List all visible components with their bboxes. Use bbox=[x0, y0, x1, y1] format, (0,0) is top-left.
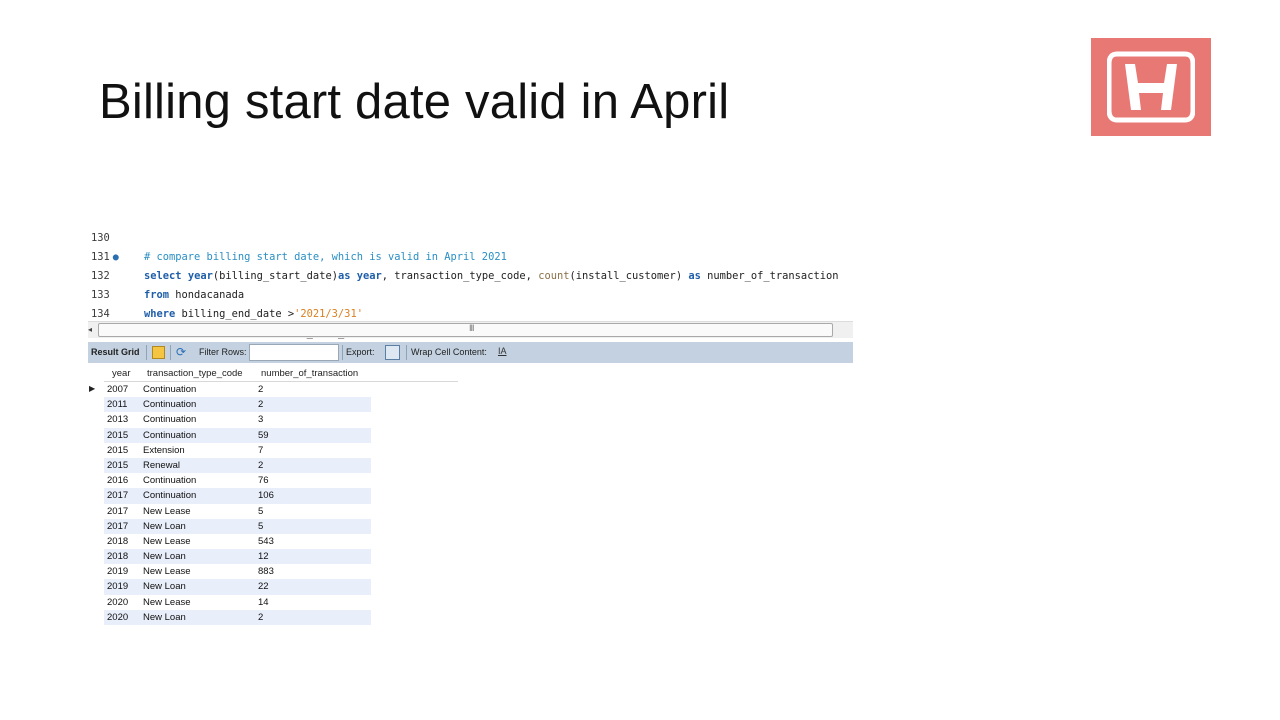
result-toolbar: Result Grid ⟳ Filter Rows: Export: Wrap … bbox=[88, 342, 853, 363]
horizontal-scrollbar[interactable]: ◂ III bbox=[88, 321, 853, 338]
cell-transaction-type-code[interactable]: Continuation bbox=[143, 397, 196, 412]
grid-header: year transaction_type_code number_of_tra… bbox=[104, 364, 458, 382]
table-row[interactable]: 2011 Continuation 2 bbox=[104, 397, 371, 413]
current-row-icon: ▶ bbox=[89, 384, 96, 393]
export-icon[interactable] bbox=[385, 345, 400, 360]
table-row[interactable]: 2019 New Loan 22 bbox=[104, 579, 371, 595]
sql-editor[interactable]: 130 # compare billing start date, which … bbox=[88, 210, 853, 358]
cell-number-of-transaction[interactable]: 2 bbox=[258, 458, 263, 473]
cell-transaction-type-code[interactable]: Renewal bbox=[143, 458, 180, 473]
table-row[interactable]: 2015 Renewal 2 bbox=[104, 457, 371, 474]
filter-rows-label: Filter Rows: bbox=[199, 347, 247, 357]
grid-rows: 2007 Continuation 2 2011 Continuation 2 2013 Co… bbox=[104, 382, 371, 625]
code-line: 131 ● select year(billing_start_date)as y… bbox=[88, 229, 853, 282]
cell-year[interactable]: 2018 bbox=[107, 534, 128, 549]
cell-year[interactable]: 2007 bbox=[107, 382, 128, 397]
cell-transaction-type-code[interactable]: New Lease bbox=[143, 504, 191, 519]
scroll-left-icon[interactable]: ◂ bbox=[88, 325, 92, 334]
cell-transaction-type-code[interactable]: New Loan bbox=[143, 610, 186, 625]
table-row[interactable]: 2018 New Loan 12 bbox=[104, 549, 371, 565]
cell-number-of-transaction[interactable]: 3 bbox=[258, 412, 263, 427]
column-header-year[interactable]: year bbox=[112, 368, 130, 379]
cell-transaction-type-code[interactable]: New Lease bbox=[143, 595, 191, 610]
cell-number-of-transaction[interactable]: 59 bbox=[258, 428, 269, 443]
cell-year[interactable]: 2020 bbox=[107, 610, 128, 625]
row-gutter: ▶ bbox=[88, 364, 104, 625]
cell-year[interactable]: 2015 bbox=[107, 428, 128, 443]
cell-transaction-type-code[interactable]: Continuation bbox=[143, 488, 196, 503]
cell-number-of-transaction[interactable]: 12 bbox=[258, 549, 269, 564]
honda-h-logo-icon bbox=[1107, 51, 1195, 123]
cell-year[interactable]: 2015 bbox=[107, 443, 128, 458]
refresh-icon[interactable]: ⟳ bbox=[176, 345, 186, 359]
cell-year[interactable]: 2019 bbox=[107, 564, 128, 579]
table-row[interactable]: 2018 New Lease 543 bbox=[104, 534, 371, 549]
cell-number-of-transaction[interactable]: 22 bbox=[258, 579, 269, 594]
cell-year[interactable]: 2018 bbox=[107, 549, 128, 564]
cell-number-of-transaction[interactable]: 106 bbox=[258, 488, 274, 503]
cell-transaction-type-code[interactable]: Continuation bbox=[143, 473, 196, 488]
cell-transaction-type-code[interactable]: Continuation bbox=[143, 428, 196, 443]
cell-year[interactable]: 2011 bbox=[107, 397, 127, 412]
cell-number-of-transaction[interactable]: 2 bbox=[258, 397, 263, 412]
cell-number-of-transaction[interactable]: 2 bbox=[258, 610, 263, 625]
table-row[interactable]: 2013 Continuation 3 bbox=[104, 412, 371, 427]
cell-number-of-transaction[interactable]: 2 bbox=[258, 382, 263, 397]
table-row[interactable]: 2015 Continuation 59 bbox=[104, 427, 371, 443]
cell-transaction-type-code[interactable]: New Loan bbox=[143, 519, 186, 534]
cell-number-of-transaction[interactable]: 7 bbox=[258, 443, 263, 458]
toolbar-divider bbox=[406, 345, 407, 360]
table-row[interactable]: 2020 New Lease 14 bbox=[104, 595, 371, 610]
column-header-transaction-type-code[interactable]: transaction_type_code bbox=[147, 368, 243, 379]
filter-rows-input[interactable] bbox=[249, 344, 339, 361]
result-grid-tab[interactable]: Result Grid bbox=[91, 347, 140, 357]
code-line: 134 group by year, transaction_type_code bbox=[88, 286, 853, 339]
scrollbar-thumb[interactable]: III bbox=[98, 323, 833, 337]
table-row[interactable]: 2016 Continuation 76 bbox=[104, 473, 371, 488]
cell-year[interactable]: 2013 bbox=[107, 412, 128, 427]
cell-year[interactable]: 2019 bbox=[107, 579, 128, 594]
table-row[interactable]: 2019 New Lease 883 bbox=[104, 564, 371, 579]
cell-transaction-type-code[interactable]: New Loan bbox=[143, 549, 186, 564]
toolbar-divider bbox=[342, 345, 343, 360]
table-row[interactable]: 2017 Continuation 106 bbox=[104, 488, 371, 504]
table-row[interactable]: 2017 New Loan 5 bbox=[104, 518, 371, 534]
cell-number-of-transaction[interactable]: 14 bbox=[258, 595, 269, 610]
cell-number-of-transaction[interactable]: 543 bbox=[258, 534, 274, 549]
honda-logo bbox=[1091, 38, 1211, 136]
cell-year[interactable]: 2017 bbox=[107, 519, 128, 534]
slide-title: Billing start date valid in April bbox=[99, 75, 730, 129]
code-line: 130 # compare billing start date, which … bbox=[88, 210, 853, 263]
table-row[interactable]: 2007 Continuation 2 bbox=[104, 382, 371, 397]
code-line: 132 from hondacanada bbox=[88, 248, 853, 301]
table-row[interactable]: 2020 New Loan 2 bbox=[104, 609, 371, 625]
cell-number-of-transaction[interactable]: 5 bbox=[258, 519, 263, 534]
cell-number-of-transaction[interactable]: 5 bbox=[258, 504, 263, 519]
table-row[interactable]: 2017 New Lease 5 bbox=[104, 504, 371, 519]
wrap-cell-label: Wrap Cell Content: bbox=[411, 347, 487, 357]
wrap-cell-icon[interactable]: IA bbox=[498, 346, 507, 356]
cell-year[interactable]: 2017 bbox=[107, 504, 128, 519]
cell-transaction-type-code[interactable]: New Lease bbox=[143, 564, 191, 579]
column-header-number-of-transaction[interactable]: number_of_transaction bbox=[261, 368, 358, 379]
code-line: 133 where billing_end_date >'2021/3/31' bbox=[88, 267, 853, 320]
cell-number-of-transaction[interactable]: 76 bbox=[258, 473, 269, 488]
grid-view-icon[interactable] bbox=[152, 346, 165, 359]
cell-transaction-type-code[interactable]: Extension bbox=[143, 443, 185, 458]
cell-transaction-type-code[interactable]: New Loan bbox=[143, 579, 186, 594]
table-row[interactable]: 2015 Extension 7 bbox=[104, 443, 371, 458]
cell-year[interactable]: 2015 bbox=[107, 458, 128, 473]
scroll-grip-icon: III bbox=[469, 323, 474, 333]
cell-year[interactable]: 2017 bbox=[107, 488, 128, 503]
cell-year[interactable]: 2020 bbox=[107, 595, 128, 610]
cell-transaction-type-code[interactable]: Continuation bbox=[143, 382, 196, 397]
cell-year[interactable]: 2016 bbox=[107, 473, 128, 488]
export-label: Export: bbox=[346, 347, 375, 357]
cell-transaction-type-code[interactable]: New Lease bbox=[143, 534, 191, 549]
cell-number-of-transaction[interactable]: 883 bbox=[258, 564, 274, 579]
toolbar-divider bbox=[146, 345, 147, 360]
toolbar-divider bbox=[170, 345, 171, 360]
cell-transaction-type-code[interactable]: Continuation bbox=[143, 412, 196, 427]
